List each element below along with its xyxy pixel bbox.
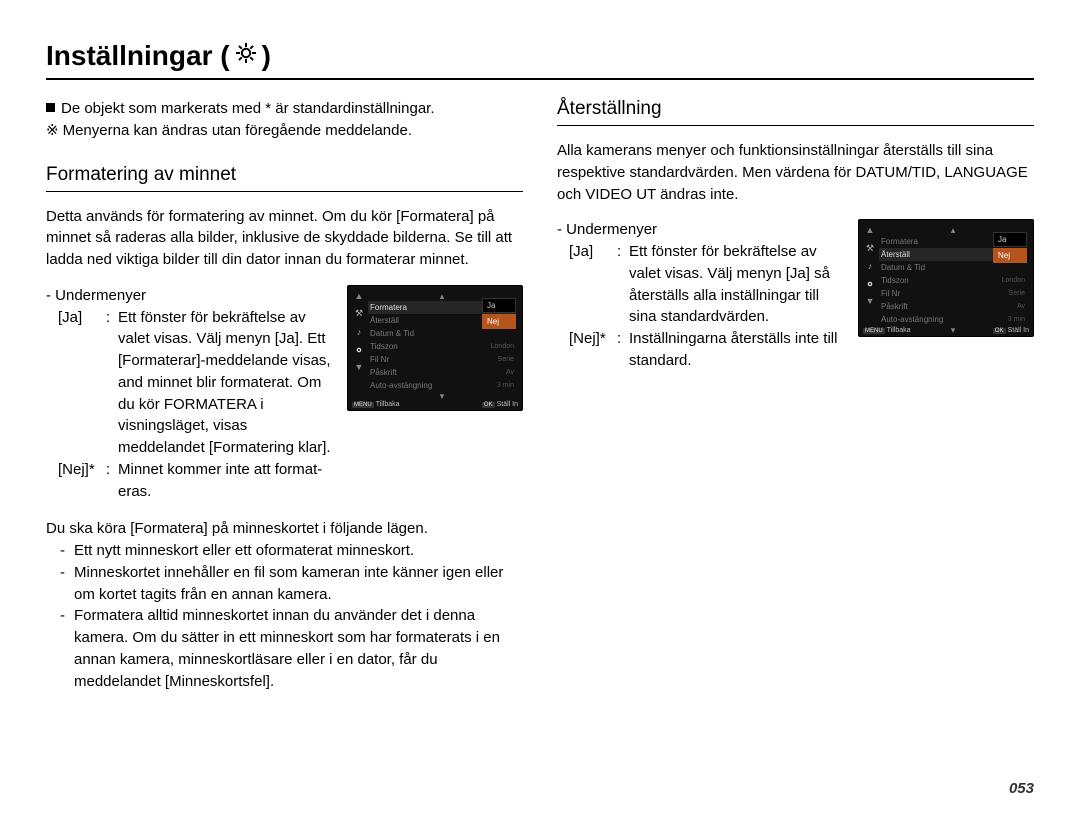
note-default-marker: De objekt som markerats med * är standar… (46, 98, 523, 120)
lcd-option: Ja (993, 232, 1027, 247)
section-heading-reset: Återställning (557, 98, 1034, 126)
lcd-option: Ja (482, 298, 516, 313)
reset-submenu-text: - Undermenyer [Ja] : Ett fönster för bek… (557, 219, 846, 371)
lcd-menu-item: Auto-avstängning3 min (368, 379, 516, 392)
right-column: Återställning Alla kamerans menyer och f… (557, 98, 1034, 692)
left-column: De objekt som markerats med * är standar… (46, 98, 523, 692)
lcd-menu-item: PåskriftAv (368, 366, 516, 379)
colon: : (106, 459, 118, 503)
lcd-menu-item: TidszonLondon (879, 274, 1027, 287)
reset-nej-item: [Nej]* : Inställningarna återställs inte… (569, 328, 846, 372)
reset-ja-item: [Ja] : Ett fönster för bekräftelse av va… (569, 241, 846, 328)
format-case-1-text: Ett nytt minneskort eller ett oformatera… (74, 540, 414, 562)
format-case-3-text: Formatera alltid minneskortet innan du a… (74, 605, 523, 692)
format-submenu-label: - Undermenyer (46, 285, 335, 307)
reset-submenu-label: - Undermenyer (557, 219, 846, 241)
format-ja-item: [Ja] : Ett fönster för bekräftelse av va… (58, 307, 335, 459)
lcd-menu-item: TidszonLondon (368, 340, 516, 353)
note-change-text: Menyerna kan ändras utan föregående medd… (63, 122, 412, 139)
sound-icon: ♪ (354, 327, 364, 337)
tool-icon: ⚒ (865, 243, 875, 253)
lcd-menu-item: PåskriftAv (879, 300, 1027, 313)
reset-ja-text: Ett fönster för bekräftelse av valet vis… (629, 241, 846, 328)
two-column-layout: De objekt som markerats med * är standar… (46, 98, 1034, 692)
reset-ja-key: [Ja] (569, 241, 617, 328)
format-nej-text: Minnet kommer inte att format­eras. (118, 459, 335, 503)
square-bullet-icon (46, 103, 55, 112)
reset-intro: Alla kamerans menyer och funktionsinstäl… (557, 140, 1034, 205)
reference-mark-icon: ※ (46, 122, 59, 139)
title-prefix: Inställningar ( (46, 40, 230, 72)
manual-page: Inställningar ( ) De objekt som markerat… (0, 0, 1080, 815)
format-ja-key: [Ja] (58, 307, 106, 459)
lcd-menu-item: Fil NrSerie (879, 287, 1027, 300)
lcd-menu-item: Fil NrSerie (368, 353, 516, 366)
page-title: Inställningar ( ) (46, 40, 271, 72)
reset-nej-key: [Nej]* (569, 328, 617, 372)
dash-icon: - (60, 562, 74, 606)
page-title-row: Inställningar ( ) (46, 40, 1034, 80)
section-heading-format: Formatering av minnet (46, 164, 523, 192)
dash-icon: - (60, 540, 74, 562)
format-nej-key: [Nej]* (58, 459, 106, 503)
reset-submenu-row: - Undermenyer [Ja] : Ett fönster för bek… (557, 219, 1034, 371)
format-submenu-row: - Undermenyer [Ja] : Ett fönster för bek… (46, 285, 523, 503)
colon: : (617, 328, 629, 372)
title-suffix: ) (262, 40, 271, 72)
gear-icon (354, 345, 364, 355)
reset-nej-text: Inställningarna återställs inte till sta… (629, 328, 846, 372)
format-submenu-text: - Undermenyer [Ja] : Ett fönster för bek… (46, 285, 335, 503)
sound-icon: ♪ (865, 261, 875, 271)
format-case-3: -Formatera alltid minneskortet innan du … (60, 605, 523, 692)
lcd-option: Nej (482, 314, 516, 329)
camera-lcd-reset: ▲⚒♪▼▴FormateraÅterställDatum & TidTidszo… (858, 219, 1034, 337)
colon: : (617, 241, 629, 328)
gear-icon (234, 40, 258, 72)
tool-icon: ⚒ (354, 309, 364, 319)
dash-icon: - (60, 605, 74, 692)
camera-lcd-format: ▲⚒♪▼▴FormateraÅterställDatum & TidTidszo… (347, 285, 523, 411)
format-case-1: -Ett nytt minneskort eller ett oformater… (60, 540, 523, 562)
gear-icon (865, 279, 875, 289)
format-case-2-text: Minneskortet innehåller en fil som kamer… (74, 562, 523, 606)
format-intro: Detta används för formatering av minnet.… (46, 206, 523, 271)
format-ja-text: Ett fönster för bekräftelse av valet vis… (118, 307, 335, 459)
note-default-text: De objekt som markerats med * är standar… (61, 100, 435, 117)
format-nej-item: [Nej]* : Minnet kommer inte att format­e… (58, 459, 335, 503)
colon: : (106, 307, 118, 459)
intro-notes: De objekt som markerats med * är standar… (46, 98, 523, 142)
format-case-2: -Minneskortet innehåller en fil som kame… (60, 562, 523, 606)
lcd-option: Nej (993, 248, 1027, 263)
format-cases-lead-text: Du ska köra [Formatera] på minneskortet … (46, 520, 428, 537)
note-change: ※Menyerna kan ändras utan föregående med… (46, 120, 523, 142)
format-cases: Du ska köra [Formatera] på minneskortet … (46, 518, 523, 692)
format-cases-lead: Du ska köra [Formatera] på minneskortet … (46, 518, 523, 540)
page-number: 053 (1009, 780, 1034, 797)
